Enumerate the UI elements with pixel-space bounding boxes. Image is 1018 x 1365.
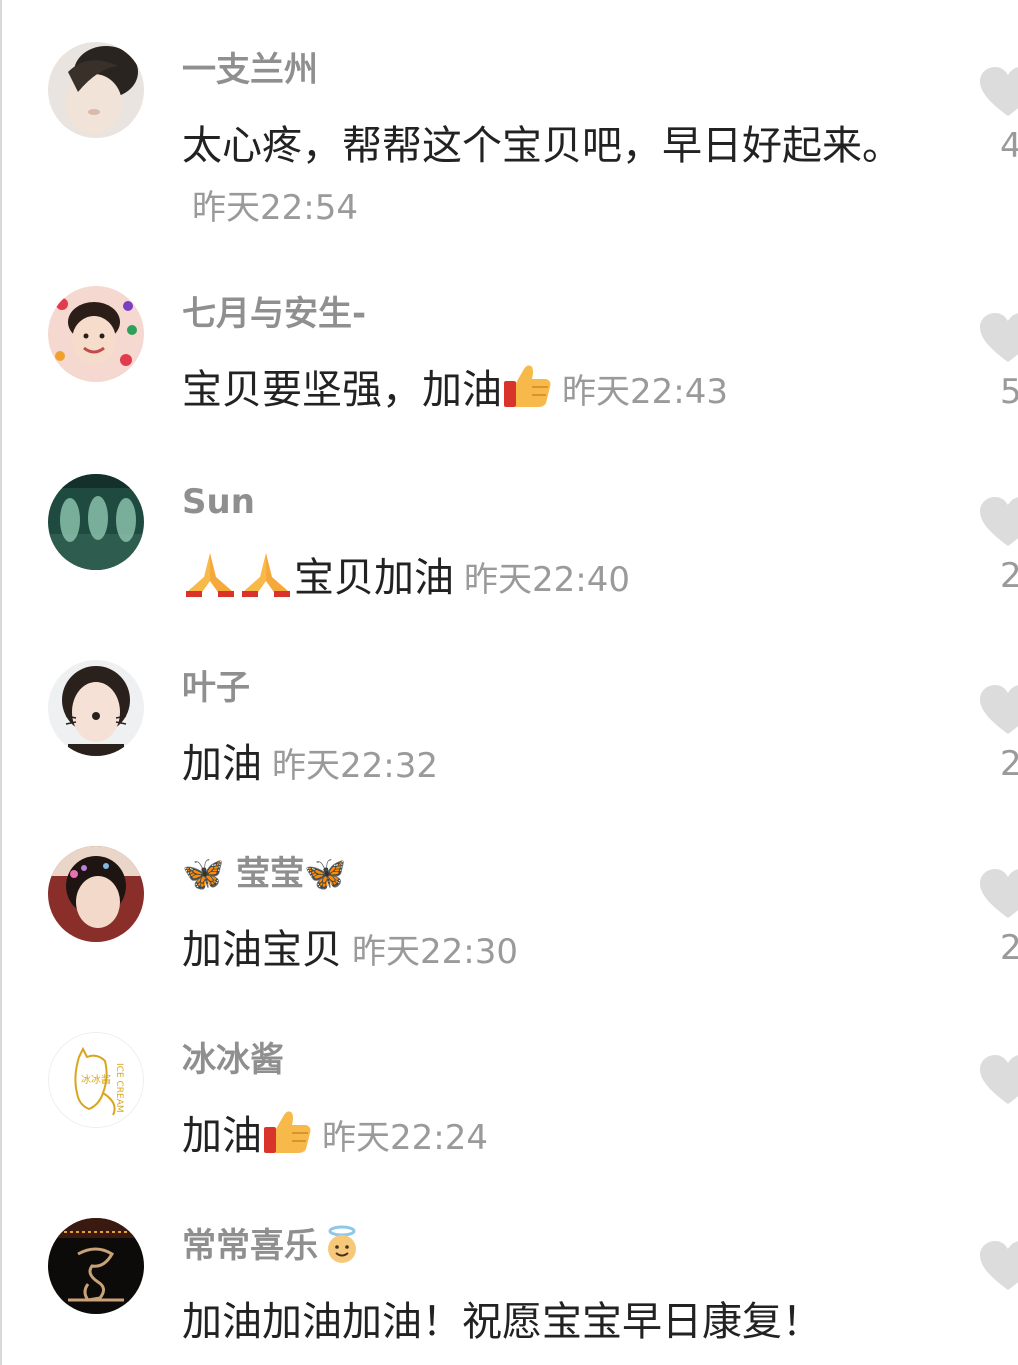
username-row: 常常喜乐 <box>182 1224 362 1268</box>
avatar[interactable] <box>48 660 144 756</box>
username[interactable]: 🦋 莹莹🦋 <box>182 852 347 896</box>
like-count: 2 <box>1000 744 1018 784</box>
comment-time: 昨天22:40 <box>464 560 630 600</box>
comment-time: 昨天22:32 <box>272 746 438 786</box>
comment-text: 加油宝贝 <box>182 927 342 973</box>
avatar[interactable]: ICE CREAM 冰冰酱 <box>48 1032 144 1128</box>
praying-hands-emoji <box>182 551 238 597</box>
comment-text: 加油加油加油！祝愿宝宝早日康复！ <box>182 1299 822 1345</box>
thumbs-up-emoji <box>262 1109 312 1155</box>
heart-icon[interactable] <box>978 496 1018 548</box>
username[interactable]: 七月与安生- <box>182 292 366 336</box>
like-count: 5 <box>1000 372 1018 412</box>
heart-icon[interactable] <box>978 66 1018 118</box>
username[interactable]: 一支兰州 <box>182 48 318 92</box>
heart-icon[interactable] <box>978 1054 1018 1106</box>
comment-body: 太心疼，帮帮这个宝贝吧，早日好起来。昨天22:54 <box>182 116 922 238</box>
like-count: 4 <box>1000 126 1018 166</box>
avatar[interactable] <box>48 286 144 382</box>
comment-list: 一支兰州 太心疼，帮帮这个宝贝吧，早日好起来。昨天22:54 4 七月与安生- … <box>0 0 1018 1365</box>
like-count: 2 <box>1000 556 1018 596</box>
like-button[interactable]: 4 <box>978 66 1018 166</box>
comment-body: 加油宝贝 昨天22:30 <box>182 920 922 982</box>
comment-text: 宝贝要坚强，加油 <box>182 367 502 413</box>
praying-hands-emoji <box>238 551 294 597</box>
username[interactable]: 常常喜乐 <box>182 1226 318 1266</box>
avatar-logo-cn: 冰冰酱 <box>81 1073 111 1086</box>
comment-time: 昨天22:54 <box>192 188 358 228</box>
like-button[interactable]: 2 <box>978 684 1018 784</box>
heart-icon[interactable] <box>978 1240 1018 1292</box>
like-button[interactable] <box>978 1054 1018 1106</box>
comment-body: 宝贝要坚强，加油 昨天22:43 <box>182 360 922 422</box>
like-button[interactable]: 2 <box>978 496 1018 596</box>
comment-text: 太心疼，帮帮这个宝贝吧，早日好起来。 <box>182 123 902 169</box>
heart-icon[interactable] <box>978 868 1018 920</box>
comment-body: 加油 昨天22:24 <box>182 1106 922 1168</box>
avatar[interactable] <box>48 846 144 942</box>
comment-time: 昨天22:43 <box>562 372 728 412</box>
comment-text: 宝贝加油 <box>294 555 454 601</box>
avatar[interactable] <box>48 1218 144 1314</box>
avatar[interactable] <box>48 42 144 138</box>
comment-body: 加油加油加油！祝愿宝宝早日康复！ <box>182 1292 922 1352</box>
like-button[interactable] <box>978 1240 1018 1292</box>
comment-text: 加油 <box>182 1113 262 1159</box>
comment-time: 昨天22:24 <box>322 1118 488 1158</box>
heart-icon[interactable] <box>978 684 1018 736</box>
angel-emoji <box>322 1225 362 1265</box>
like-button[interactable]: 2 <box>978 868 1018 968</box>
username[interactable]: 叶子 <box>182 666 250 710</box>
avatar[interactable] <box>48 474 144 570</box>
username[interactable]: 冰冰酱 <box>182 1038 284 1082</box>
comment-body: 加油 昨天22:32 <box>182 734 922 796</box>
comment-text: 加油 <box>182 741 262 787</box>
username[interactable]: Sun <box>182 480 255 524</box>
like-count: 2 <box>1000 928 1018 968</box>
comment-body: 宝贝加油 昨天22:40 <box>182 548 922 610</box>
comment-time: 昨天22:30 <box>352 932 518 972</box>
thumbs-up-emoji <box>502 363 552 409</box>
like-button[interactable]: 5 <box>978 312 1018 412</box>
heart-icon[interactable] <box>978 312 1018 364</box>
avatar-logo-text: ICE CREAM <box>114 1063 124 1113</box>
